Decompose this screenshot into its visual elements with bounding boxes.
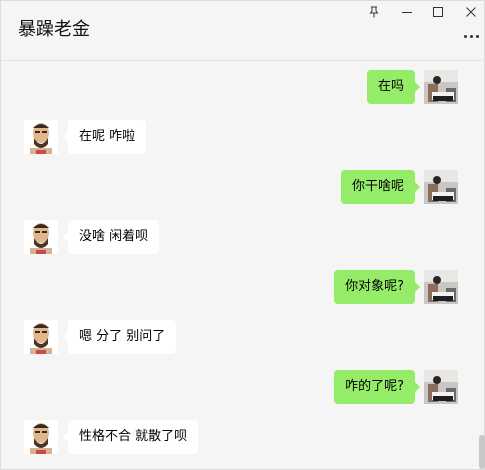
avatar[interactable] bbox=[424, 170, 458, 204]
message-row: 在呢 咋啦 bbox=[1, 120, 477, 160]
avatar[interactable] bbox=[424, 270, 458, 304]
avatar[interactable] bbox=[24, 120, 58, 154]
avatar-image bbox=[24, 320, 58, 354]
scrollbar[interactable] bbox=[479, 435, 485, 469]
avatar[interactable] bbox=[424, 370, 458, 404]
message-bubble[interactable]: 嗯 分了 别问了 bbox=[62, 320, 177, 354]
message-bubble[interactable]: 没啥 闲着呗 bbox=[62, 220, 160, 254]
message-bubble[interactable]: 性格不合 就散了呗 bbox=[62, 420, 199, 454]
message-row: 嗯 分了 别问了 bbox=[1, 320, 477, 360]
message-row: 你干啥呢 bbox=[1, 170, 477, 210]
avatar-image bbox=[24, 220, 58, 254]
close-icon bbox=[466, 7, 476, 17]
message-bubble[interactable]: 你干啥呢 bbox=[340, 170, 421, 204]
message-row: 性格不合 就散了呗 bbox=[1, 420, 477, 460]
pin-button[interactable] bbox=[359, 2, 389, 22]
pin-icon bbox=[369, 6, 379, 18]
more-icon bbox=[463, 34, 467, 38]
message-bubble[interactable]: 在吗 bbox=[366, 70, 421, 104]
minimize-button[interactable] bbox=[392, 2, 422, 22]
chat-title: 暴躁老金 bbox=[18, 19, 90, 40]
message-row: 咋的了呢? bbox=[1, 370, 477, 410]
message-bubble[interactable]: 咋的了呢? bbox=[334, 370, 420, 404]
message-bubble[interactable]: 你对象呢? bbox=[334, 270, 420, 304]
avatar-image bbox=[424, 170, 458, 204]
avatar[interactable] bbox=[24, 420, 58, 454]
message-row: 没啥 闲着呗 bbox=[1, 220, 477, 260]
avatar[interactable] bbox=[24, 320, 58, 354]
close-button[interactable] bbox=[456, 2, 485, 22]
avatar-image bbox=[24, 420, 58, 454]
message-bubble[interactable]: 在呢 咋啦 bbox=[62, 120, 147, 154]
maximize-icon bbox=[433, 7, 443, 17]
maximize-button[interactable] bbox=[423, 2, 453, 22]
message-list[interactable]: 在吗 在呢 咋啦 你干啥呢 没啥 闲着呗 你对象呢? 嗯 分了 别问了 咋的了呢… bbox=[1, 62, 477, 470]
minimize-icon bbox=[402, 12, 412, 13]
message-row: 在吗 bbox=[1, 70, 477, 110]
title-bar: 暴躁老金 bbox=[1, 1, 484, 61]
message-row: 你对象呢? bbox=[1, 270, 477, 310]
more-button[interactable] bbox=[461, 28, 481, 44]
avatar-image bbox=[424, 370, 458, 404]
chat-window: 暴躁老金 在吗 在呢 咋啦 你干啥呢 没啥 闲着呗 你对象呢? 嗯 分了 别问了… bbox=[0, 0, 485, 470]
avatar-image bbox=[424, 70, 458, 104]
avatar-image bbox=[424, 270, 458, 304]
avatar[interactable] bbox=[24, 220, 58, 254]
avatar-image bbox=[24, 120, 58, 154]
avatar[interactable] bbox=[424, 70, 458, 104]
